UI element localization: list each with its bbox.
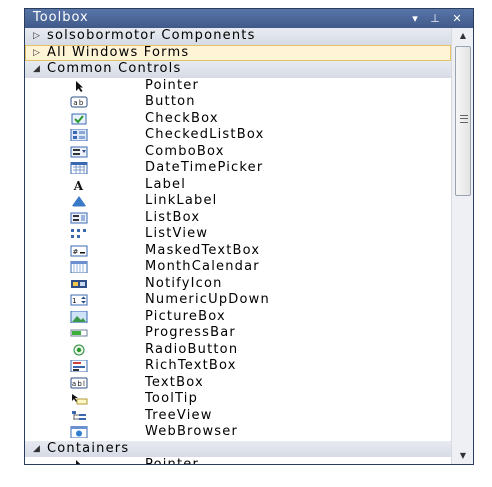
toolbox-item-listview[interactable]: ListView: [25, 226, 451, 243]
listbox-icon: [69, 212, 89, 224]
close-icon[interactable]: ✕: [449, 9, 465, 28]
titlebar: Toolbox ▾ ⊥ ✕: [25, 9, 473, 28]
toolbox-item-monthcalendar[interactable]: MonthCalendar: [25, 259, 451, 276]
toolbox-item-numericupdown[interactable]: 1 NumericUpDown: [25, 292, 451, 309]
svg-text:ab: ab: [73, 99, 84, 107]
combobox-icon: [69, 146, 89, 158]
toolbox-item-label: Label: [145, 176, 187, 192]
scroll-up-icon[interactable]: ▲: [452, 28, 473, 44]
checkbox-icon: [69, 113, 89, 125]
toolbox-item-label: LinkLabel: [145, 193, 218, 208]
linklabel-icon: [69, 195, 89, 208]
checkedlistbox-icon: [69, 128, 89, 142]
svg-text:#: #: [72, 248, 79, 256]
toolbox-item-label: Pointer: [145, 457, 200, 465]
toolbox-item-label: MonthCalendar: [145, 259, 260, 274]
toolbox-item-label: ListBox: [145, 209, 201, 225]
toolbox-item-webbrowser[interactable]: WebBrowser: [25, 424, 451, 441]
maskedtextbox-icon: #: [69, 245, 89, 257]
toolbox-item-linklabel[interactable]: LinkLabel: [25, 193, 451, 210]
toolbox-item-datetimepicker[interactable]: DateTimePicker: [25, 160, 451, 177]
numericupdown-icon: 1: [69, 294, 89, 306]
collapse-arrow-icon: ◢: [33, 64, 42, 74]
toolbox-item-label: ProgressBar: [145, 325, 236, 340]
button-icon: ab: [69, 96, 89, 108]
toolbox-item-label: NumericUpDown: [145, 292, 270, 307]
svg-text:A: A: [73, 179, 85, 191]
toolbox-item-label: DateTimePicker: [145, 160, 264, 175]
webbrowser-icon: [69, 425, 89, 439]
toolbox-item-label: RadioButton: [145, 341, 239, 357]
toolbox-item-progressbar[interactable]: ProgressBar: [25, 325, 451, 342]
collapse-arrow-icon: ◢: [33, 443, 42, 454]
toolbox-item-treeview[interactable]: TreeView: [25, 408, 451, 425]
category-common-controls[interactable]: ◢ Common Controls: [25, 61, 451, 78]
scroll-thumb[interactable]: [455, 46, 471, 196]
window-title: Toolbox: [33, 10, 89, 25]
category-label: All Windows Forms: [47, 44, 190, 60]
tooltip-icon: [69, 393, 89, 405]
toolbox-item-label[interactable]: A Label: [25, 177, 451, 194]
progressbar-icon: [69, 327, 89, 339]
toolbox-window: Toolbox ▾ ⊥ ✕ ▷ solsobormotor Components…: [24, 8, 474, 465]
toolbox-item-label: WebBrowser: [145, 424, 239, 439]
toolbox-item-label: TreeView: [145, 407, 213, 423]
toolbox-item-label: Pointer: [145, 77, 200, 93]
vertical-scrollbar[interactable]: ▲ ▼: [451, 28, 473, 464]
datetimepicker-icon: [69, 161, 89, 175]
notifyicon-icon: [69, 278, 89, 290]
category-label: solsobormotor Components: [47, 28, 256, 43]
category-containers[interactable]: ◢ Containers: [25, 440, 451, 457]
toolbox-item-label: TextBox: [145, 374, 204, 390]
expand-arrow-icon: ▷: [33, 31, 42, 41]
pin-icon[interactable]: ⊥: [427, 9, 443, 28]
toolbox-item-picturebox[interactable]: PictureBox: [25, 309, 451, 326]
svg-text:1: 1: [72, 297, 78, 305]
window-position-dropdown-icon[interactable]: ▾: [407, 9, 423, 28]
category-label: Containers: [47, 440, 130, 456]
pointer-icon: [69, 80, 89, 92]
toolbox-item-label: CheckBox: [145, 110, 219, 126]
toolbox-item-pointer[interactable]: Pointer: [25, 78, 451, 95]
category-label: Common Controls: [47, 61, 182, 76]
toolbox-item-label: CheckedListBox: [145, 127, 265, 142]
toolbox-item-pointer[interactable]: Pointer: [25, 457, 451, 465]
toolbox-item-tooltip[interactable]: ToolTip: [25, 391, 451, 408]
pointer-icon: [69, 459, 89, 464]
richtextbox-icon: [69, 359, 89, 373]
svg-text:abl: abl: [72, 380, 86, 388]
category-all-windows-forms[interactable]: ▷ All Windows Forms: [25, 44, 451, 61]
grip-icon: [460, 115, 468, 123]
label-icon: A: [69, 179, 89, 193]
toolbox-item-label: ToolTip: [145, 391, 199, 406]
radiobutton-icon: [69, 344, 89, 356]
picturebox-icon: [69, 310, 89, 323]
toolbox-item-label: NotifyIcon: [145, 275, 223, 291]
toolbox-item-label: PictureBox: [145, 308, 226, 324]
textbox-icon: abl: [69, 377, 89, 389]
toolbox-item-listbox[interactable]: ListBox: [25, 210, 451, 227]
toolbox-item-richtextbox[interactable]: RichTextBox: [25, 358, 451, 375]
scroll-down-icon[interactable]: ▼: [452, 448, 473, 464]
monthcalendar-icon: [69, 260, 89, 274]
toolbox-item-radiobutton[interactable]: RadioButton: [25, 342, 451, 359]
toolbox-item-notifyicon[interactable]: NotifyIcon: [25, 276, 451, 293]
toolbox-item-label: ListView: [145, 226, 209, 241]
expand-arrow-icon: ▷: [33, 47, 42, 58]
toolbox-item-label: RichTextBox: [145, 358, 237, 373]
toolbox-item-checkbox[interactable]: CheckBox: [25, 111, 451, 128]
toolbox-item-label: MaskedTextBox: [145, 242, 261, 258]
toolbox-item-checkedlistbox[interactable]: CheckedListBox: [25, 127, 451, 144]
toolbox-item-combobox[interactable]: ComboBox: [25, 144, 451, 161]
toolbox-item-maskedtextbox[interactable]: # MaskedTextBox: [25, 243, 451, 260]
toolbox-item-label: Button: [145, 94, 196, 109]
toolbox-item-textbox[interactable]: abl TextBox: [25, 375, 451, 392]
treeview-icon: [69, 410, 89, 422]
listview-icon: [69, 228, 89, 240]
toolbox-item-button[interactable]: ab Button: [25, 94, 451, 111]
toolbox-item-label: ComboBox: [145, 143, 225, 159]
category-solsobormotor-components[interactable]: ▷ solsobormotor Components: [25, 28, 451, 45]
toolbox-list: ▷ solsobormotor Components ▷ All Windows…: [25, 28, 451, 464]
